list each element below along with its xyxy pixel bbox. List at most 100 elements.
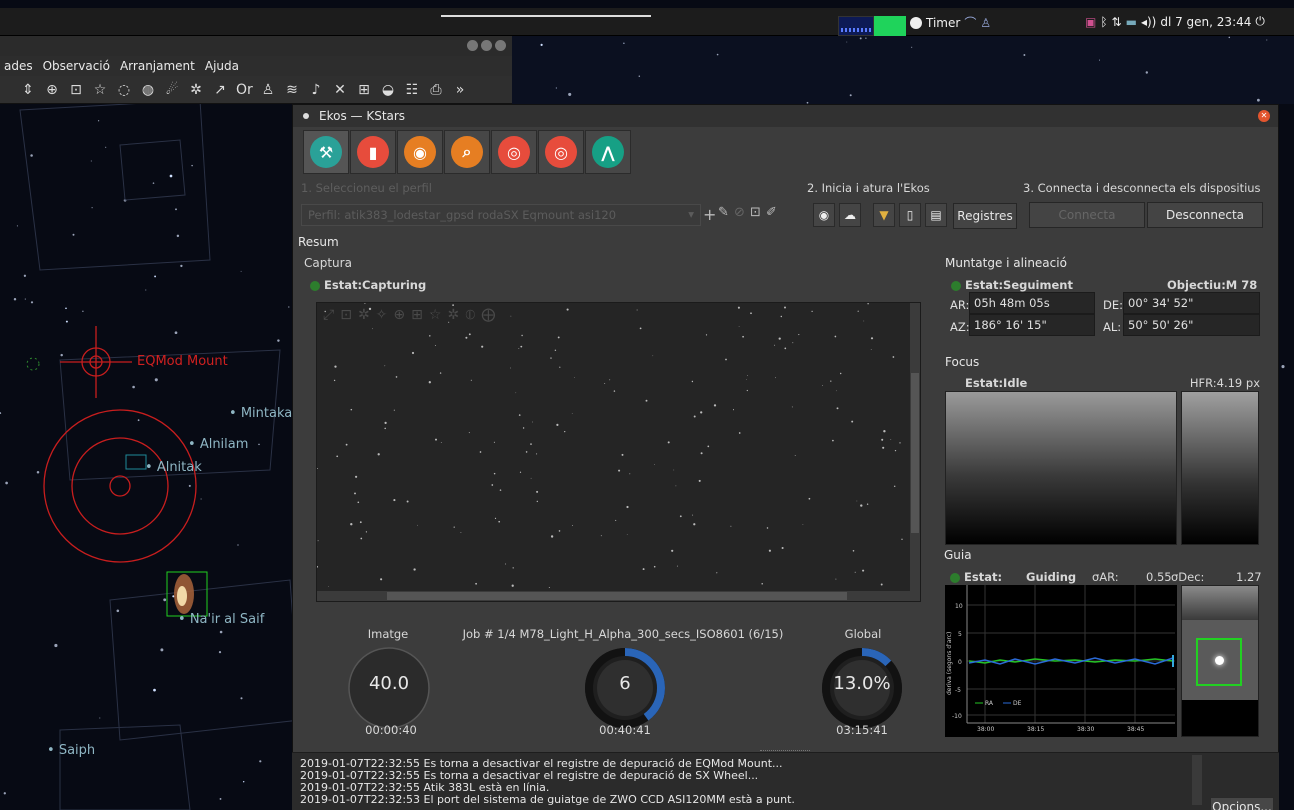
comet-icon[interactable]: ☄ bbox=[164, 82, 180, 98]
status-led-icon bbox=[950, 572, 960, 583]
display-icon[interactable]: ▣ bbox=[1085, 15, 1096, 29]
guide-star-view[interactable] bbox=[1181, 585, 1259, 737]
ground-icon[interactable]: ◒ bbox=[380, 82, 396, 98]
menu-item[interactable]: Observació bbox=[43, 59, 110, 73]
sigma-de-value: 1.27 bbox=[1236, 570, 1262, 584]
close-icon[interactable] bbox=[495, 40, 506, 51]
crosshair-icon[interactable]: ⊕ bbox=[393, 307, 405, 323]
xtick: 38:30 bbox=[1077, 726, 1094, 733]
ekos-titlebar[interactable]: Ekos — KStars ✕ bbox=[293, 105, 1278, 127]
mount-label[interactable]: EQMod Mount bbox=[137, 354, 228, 369]
stars-icon[interactable]: ✲ bbox=[358, 307, 370, 323]
line-icon[interactable]: ↗ bbox=[212, 82, 228, 98]
tab-focus[interactable]: ⌕ bbox=[444, 130, 490, 174]
grid-icon[interactable]: ⊞ bbox=[411, 307, 423, 323]
planet-icon[interactable]: ◍ bbox=[140, 82, 156, 98]
fov-icon[interactable]: ⊡ bbox=[68, 82, 84, 98]
tab-capture[interactable]: ◉ bbox=[397, 130, 443, 174]
guide-drift-graph[interactable]: 10 5 0 -5 -10 38:00 38:15 38:30 38:45 de… bbox=[945, 585, 1177, 737]
global-label: Global bbox=[844, 627, 882, 641]
milky-way-icon[interactable]: ≋ bbox=[284, 82, 300, 98]
menu-item[interactable]: Arranjament bbox=[120, 59, 195, 73]
star-label-alnilam[interactable]: • Alnilam bbox=[188, 437, 248, 452]
hips-icon[interactable]: ⊞ bbox=[356, 82, 372, 98]
cpu-monitor[interactable] bbox=[838, 16, 874, 36]
zoom-fit-icon[interactable]: ⤢ bbox=[323, 307, 334, 323]
star-label-saiph[interactable]: • Saiph bbox=[47, 743, 95, 758]
az-value: 186° 16' 15" bbox=[969, 314, 1095, 336]
hips-overlay-icon[interactable]: ✲ bbox=[447, 307, 459, 323]
network-icon: ⌒ bbox=[964, 16, 977, 30]
tab-mount[interactable]: ⋀ bbox=[585, 130, 631, 174]
clock[interactable]: dl 7 gen, 23:44 bbox=[1160, 15, 1251, 29]
image-value: 40.0 bbox=[368, 673, 410, 694]
eq-grid-overlay-icon[interactable]: ⦶ bbox=[465, 307, 475, 323]
horizon-icon[interactable]: ♪ bbox=[308, 82, 324, 98]
tab-setup[interactable]: ⚒ bbox=[303, 130, 349, 174]
splitter-handle[interactable] bbox=[760, 750, 810, 752]
capture-image-view[interactable]: ⤢ ⊡ ✲ ✧ ⊕ ⊞ ☆ ✲ ⦶ ⨁ bbox=[316, 302, 921, 602]
constellation-art-icon[interactable]: ♙ bbox=[260, 82, 276, 98]
more-icon[interactable]: » bbox=[452, 82, 468, 98]
module-tabs: ⚒ ▮ ◉ ⌕ ◎ ◎ ⋀ bbox=[303, 130, 632, 174]
center-icon[interactable]: ⊕ bbox=[44, 82, 60, 98]
memory-monitor[interactable] bbox=[874, 16, 906, 36]
window-menu-icon[interactable] bbox=[303, 113, 309, 119]
legend-de: DE bbox=[1013, 700, 1022, 707]
target-icon[interactable]: ⨁ bbox=[481, 307, 495, 323]
mark-stars-icon[interactable]: ☆ bbox=[429, 307, 442, 323]
sigma-ra-value: 0.55 bbox=[1146, 570, 1172, 584]
fits-viewer-button[interactable]: ▤ bbox=[925, 203, 947, 227]
menu-item[interactable]: Ajuda bbox=[205, 59, 239, 73]
close-icon[interactable]: ✕ bbox=[1258, 110, 1270, 122]
log-scrollbar[interactable] bbox=[1192, 755, 1202, 805]
tab-guide[interactable]: ◎ bbox=[538, 130, 584, 174]
connect-button[interactable]: Connecta bbox=[1029, 202, 1145, 228]
disconnect-button[interactable]: Desconnecta bbox=[1147, 202, 1263, 228]
start-ekos-button[interactable]: ◉ bbox=[813, 203, 835, 227]
tab-align[interactable]: ◎ bbox=[491, 130, 537, 174]
deep-sky-icon[interactable]: ◌ bbox=[116, 82, 132, 98]
log-panel[interactable]: 2019-01-07T22:32:55 Es torna a desactiva… bbox=[292, 750, 1279, 810]
ytick: 5 bbox=[958, 631, 962, 638]
step3-label: 3. Connecta i desconnecta els dispositiu… bbox=[1023, 181, 1261, 195]
star-label-nair[interactable]: • Na'ir al Saif bbox=[178, 612, 264, 627]
job-time: 00:40:41 bbox=[599, 723, 651, 737]
transfer-icon[interactable]: ⇅ bbox=[1112, 15, 1122, 29]
options-button[interactable]: Opcions... bbox=[1210, 797, 1274, 810]
screen-icon[interactable]: ▬ bbox=[1126, 15, 1137, 29]
maximize-icon[interactable] bbox=[481, 40, 492, 51]
star-profile-icon[interactable]: ✧ bbox=[376, 307, 388, 323]
vertical-scrollbar[interactable] bbox=[910, 303, 920, 593]
timer-indicator[interactable]: Timer ⌒ ♙ bbox=[910, 14, 991, 31]
cloud-icon[interactable]: ☁ bbox=[839, 203, 861, 227]
system-tray: ▣ ᛒ ⇅ ▬ ◂)) dl 7 gen, 23:44 ⏻ bbox=[1085, 14, 1265, 29]
star-label-mintaka[interactable]: • Mintaka bbox=[229, 406, 292, 421]
bluetooth-icon[interactable]: ᛒ bbox=[1100, 15, 1107, 29]
logs-button[interactable]: Registres bbox=[953, 203, 1017, 229]
zoom-in-icon[interactable]: ⊡ bbox=[340, 307, 352, 323]
horizontal-scrollbar[interactable] bbox=[317, 591, 920, 601]
ar-label: AR: bbox=[950, 298, 970, 312]
eq-grid-icon[interactable]: ✕ bbox=[332, 82, 348, 98]
indi-control-panel-button[interactable]: ▼ bbox=[873, 203, 895, 227]
star-icon[interactable]: ☆ bbox=[92, 82, 108, 98]
star-label-alnitak[interactable]: • Alnitak bbox=[145, 460, 202, 475]
asteroid-icon[interactable]: ✲ bbox=[188, 82, 204, 98]
log-text: 2019-01-07T22:32:55 Es torna a desactiva… bbox=[300, 758, 795, 806]
menu-item[interactable]: ades bbox=[4, 59, 33, 73]
obs-list-icon[interactable]: ☷ bbox=[404, 82, 420, 98]
constellation-names-icon[interactable]: Or bbox=[236, 82, 253, 98]
volume-icon[interactable]: ◂)) bbox=[1141, 15, 1156, 29]
minimize-icon[interactable] bbox=[467, 40, 478, 51]
xtick: 38:15 bbox=[1027, 726, 1044, 733]
what-is-up-icon[interactable]: ⎙ bbox=[428, 82, 444, 98]
device-manager-button[interactable]: ▯ bbox=[899, 203, 921, 227]
focus-profile-view[interactable] bbox=[945, 391, 1177, 545]
image-time: 00:00:40 bbox=[365, 723, 417, 737]
power-icon[interactable]: ⏻ bbox=[1255, 14, 1265, 29]
focus-star-view[interactable] bbox=[1181, 391, 1259, 545]
tab-scheduler[interactable]: ▮ bbox=[350, 130, 396, 174]
zoom-stepper-icon[interactable]: ⇕ bbox=[20, 82, 36, 98]
kstars-titlebar[interactable] bbox=[0, 36, 512, 56]
